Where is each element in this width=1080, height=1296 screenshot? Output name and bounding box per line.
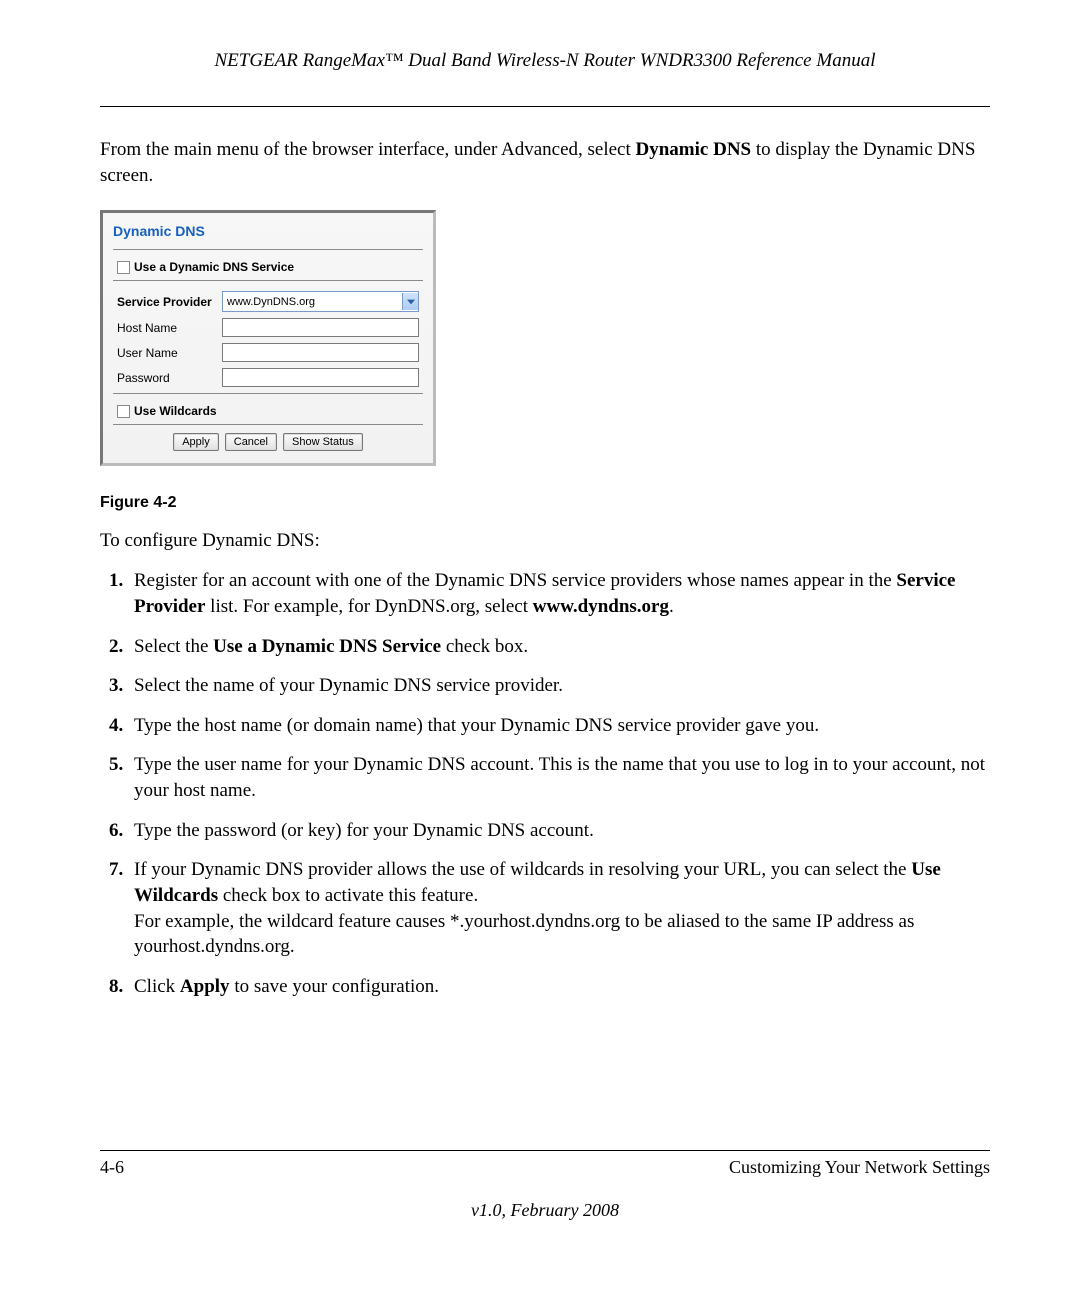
use-wildcards-row[interactable]: Use Wildcards [113,402,423,420]
show-status-button[interactable]: Show Status [283,433,363,451]
use-wildcards-label: Use Wildcards [134,404,217,418]
step-3: Select the name of your Dynamic DNS serv… [128,673,990,699]
panel-separator [113,249,423,250]
use-wildcards-checkbox[interactable] [117,405,130,418]
section-title: Customizing Your Network Settings [729,1157,990,1178]
step-7: If your Dynamic DNS provider allows the … [128,857,990,960]
service-provider-label: Service Provider [117,295,222,309]
user-name-input[interactable] [222,343,419,362]
panel-separator [113,280,423,281]
footer-rule [100,1150,990,1151]
page-header: NETGEAR RangeMax™ Dual Band Wireless-N R… [100,50,990,78]
intro-text: From the main menu of the browser interf… [100,139,636,160]
step-6: Type the password (or key) for your Dyna… [128,818,990,844]
page-footer: 4-6 Customizing Your Network Settings [100,1157,990,1178]
configure-heading: To configure Dynamic DNS: [100,530,990,552]
figure-caption: Figure 4-2 [100,494,990,512]
apply-button[interactable]: Apply [173,433,219,451]
header-rule [100,106,990,107]
dropdown-arrow-icon[interactable] [402,293,418,310]
panel-separator [113,424,423,425]
host-name-input[interactable] [222,318,419,337]
use-service-row[interactable]: Use a Dynamic DNS Service [113,258,423,276]
use-service-label: Use a Dynamic DNS Service [134,260,294,274]
step-4: Type the host name (or domain name) that… [128,713,990,739]
user-name-label: User Name [117,346,222,360]
panel-title: Dynamic DNS [113,223,423,239]
cancel-button[interactable]: Cancel [225,433,277,451]
password-label: Password [117,371,222,385]
service-provider-select[interactable]: www.DynDNS.org [222,291,419,312]
service-provider-value: www.DynDNS.org [227,296,315,308]
intro-bold: Dynamic DNS [636,139,752,160]
host-name-label: Host Name [117,321,222,335]
password-input[interactable] [222,368,419,387]
use-service-checkbox[interactable] [117,261,130,274]
step-8: Click Apply to save your configuration. [128,974,990,1000]
steps-list: Register for an account with one of the … [118,568,990,999]
step-5: Type the user name for your Dynamic DNS … [128,752,990,803]
page-number: 4-6 [100,1157,124,1178]
intro-paragraph: From the main menu of the browser interf… [100,137,990,188]
step-2: Select the Use a Dynamic DNS Service che… [128,634,990,660]
version-line: v1.0, February 2008 [100,1200,990,1221]
step-1: Register for an account with one of the … [128,568,990,619]
panel-separator [113,393,423,394]
dynamic-dns-panel: Dynamic DNS Use a Dynamic DNS Service Se… [100,210,436,466]
